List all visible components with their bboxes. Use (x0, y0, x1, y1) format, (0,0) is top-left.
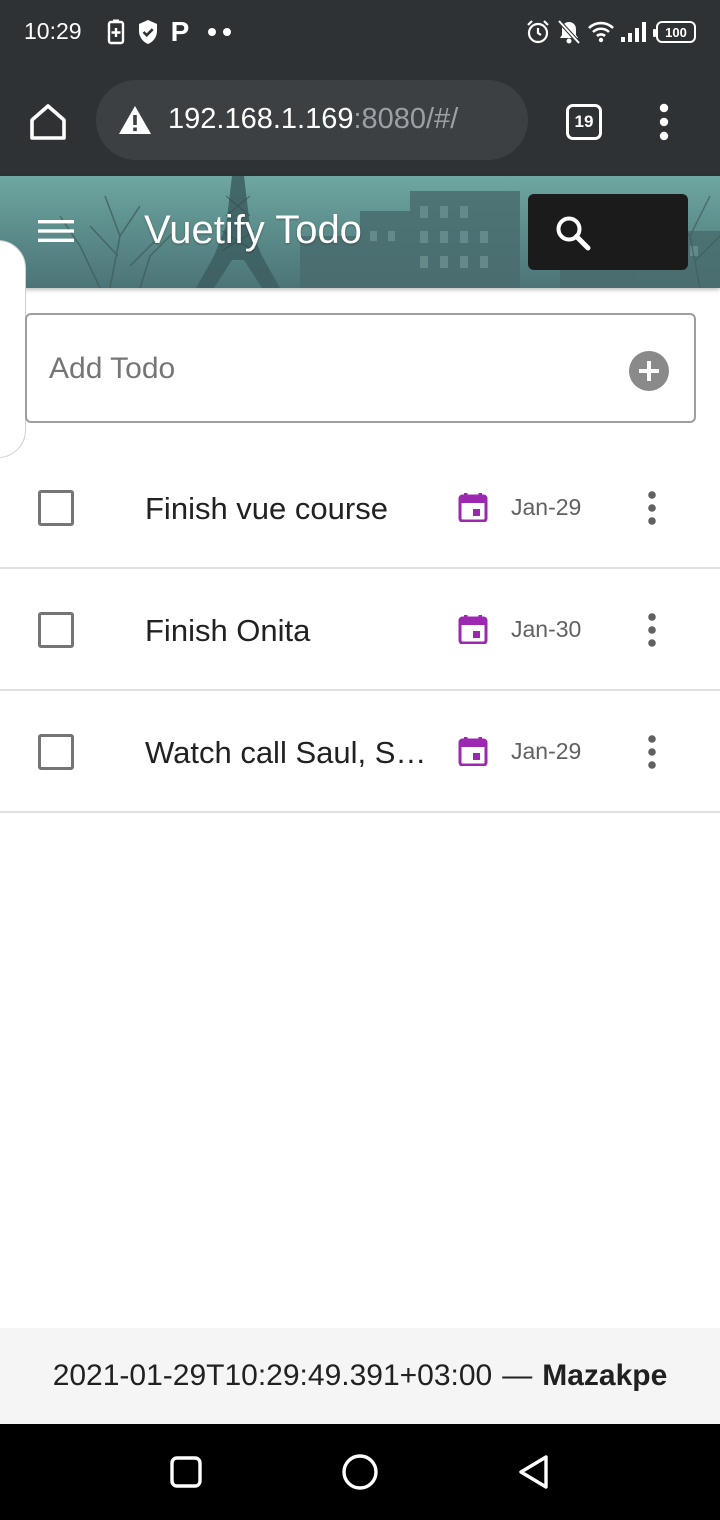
home-button[interactable] (340, 1452, 380, 1492)
todo-menu-button[interactable] (640, 613, 664, 647)
todo-checkbox[interactable] (38, 734, 74, 770)
system-nav-bar (0, 1424, 720, 1520)
more-vert-icon (648, 735, 656, 769)
todo-title: Watch call Saul, Se… (145, 735, 435, 770)
browser-toolbar: 192.168.1.169:8080/#/ 19 (0, 64, 720, 176)
todo-item[interactable]: Watch call Saul, Se… Jan-29 (0, 691, 720, 813)
battery-saver-icon (106, 18, 126, 46)
browser-home-button[interactable] (26, 100, 70, 144)
todo-title: Finish Onita (145, 613, 311, 648)
battery-level: 100 (653, 21, 696, 43)
todo-item[interactable]: Finish vue course Jan-29 (0, 447, 720, 569)
warning-icon (119, 106, 151, 134)
search-button[interactable] (528, 194, 688, 270)
back-button[interactable] (514, 1452, 554, 1492)
url-text: 192.168.1.169:8080/#/ (168, 103, 488, 136)
more-dots-icon (205, 18, 235, 46)
url-path: :8080/#/ (353, 103, 459, 135)
url-bar[interactable]: 192.168.1.169:8080/#/ (96, 80, 528, 160)
browser-menu-button[interactable] (650, 102, 678, 142)
app-title: Vuetify Todo (144, 208, 362, 252)
todo-title: Finish vue course (145, 491, 388, 526)
todo-checkbox[interactable] (38, 490, 74, 526)
shield-icon (136, 18, 160, 46)
plus-circle-icon (629, 351, 669, 391)
p-icon: P (170, 16, 190, 47)
status-time: 10:29 (24, 18, 82, 44)
bell-off-icon (557, 18, 581, 46)
todo-menu-button[interactable] (640, 491, 664, 525)
status-bar: 10:29 P 100 (0, 0, 720, 64)
add-todo-field (25, 313, 696, 423)
battery-icon: 100 (653, 18, 697, 46)
footer-author: Mazakpe (542, 1359, 668, 1392)
more-vert-icon (648, 491, 656, 525)
todo-due-date: Jan-29 (511, 738, 582, 764)
add-todo-input[interactable] (49, 345, 609, 393)
todo-list: Finish vue course Jan-29 Finish Onita Ja… (0, 447, 720, 813)
nav-drawer-button[interactable] (36, 216, 76, 246)
add-todo-button[interactable] (629, 351, 669, 391)
drawer-edge[interactable] (0, 240, 26, 458)
tab-switcher-button[interactable]: 19 (566, 104, 602, 140)
wifi-icon (588, 18, 614, 46)
todo-item[interactable]: Finish Onita Jan-30 (0, 569, 720, 691)
screen: 10:29 P 100 192.168.1.169:8080/#/ 19 Vue… (0, 0, 720, 1520)
footer-separator: — (502, 1359, 533, 1392)
url-host: 192.168.1.169 (168, 103, 354, 135)
todo-due-date: Jan-29 (511, 494, 582, 520)
footer-timestamp: 2021-01-29T10:29:49.391+03:00 (52, 1359, 493, 1392)
search-icon (556, 216, 591, 251)
todo-due-date: Jan-30 (511, 616, 582, 642)
kebab-menu-icon (659, 103, 669, 141)
home-icon (30, 104, 66, 140)
recents-icon (170, 1456, 202, 1488)
calendar-icon (458, 493, 488, 522)
calendar-icon (458, 737, 488, 766)
more-vert-icon (648, 613, 656, 647)
signal-icon (620, 18, 648, 46)
alarm-icon (525, 18, 551, 46)
footer: 2021-01-29T10:29:49.391+03:00 — Mazakpe (0, 1328, 720, 1424)
recents-button[interactable] (166, 1452, 206, 1492)
todo-menu-button[interactable] (640, 735, 664, 769)
todo-checkbox[interactable] (38, 612, 74, 648)
back-icon (519, 1455, 548, 1489)
menu-icon (38, 220, 74, 242)
calendar-icon (458, 615, 488, 644)
home-circle-icon (342, 1454, 378, 1490)
app-bar: Vuetify Todo (0, 176, 720, 288)
